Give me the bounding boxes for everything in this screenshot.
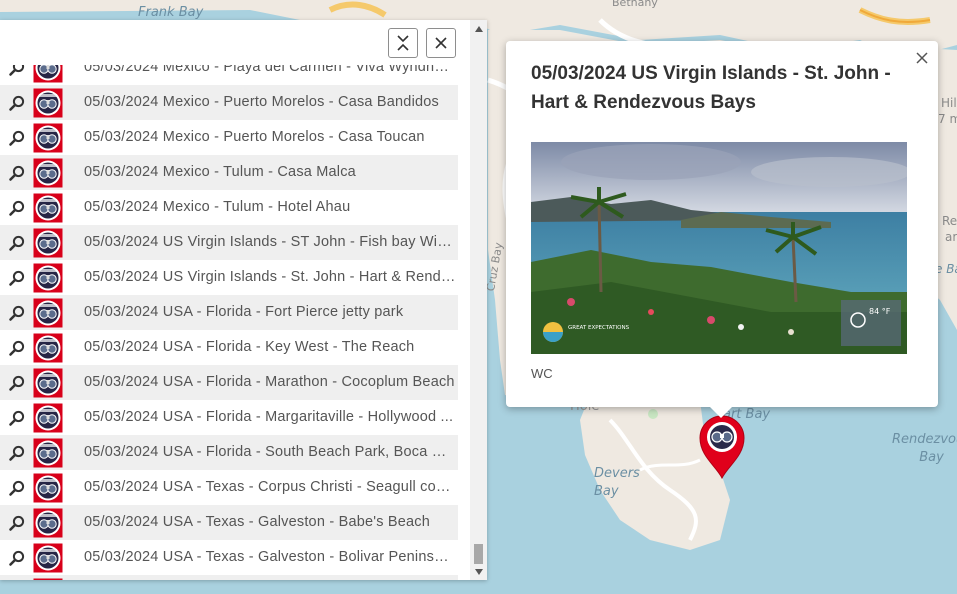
list-item[interactable]: 05/03/2024 US Virgin Islands - St. John … [0,260,458,295]
list-item[interactable]: 05/03/2024 USA - Florida - Fort Pierce j… [0,295,458,330]
list-item[interactable]: 05/03/2024 Mexico - Tulum - Casa Malca [0,155,458,190]
binoculars-logo-icon [33,298,63,328]
magnifier-icon[interactable] [8,514,26,532]
binoculars-logo-icon [33,333,63,363]
binoculars-logo-icon [33,508,63,538]
list-item-label[interactable]: 05/03/2024 USA - Texas - Galveston - Bol… [84,540,456,575]
binoculars-logo-icon [33,368,63,398]
scroll-up-arrow[interactable] [470,20,487,37]
magnifier-icon[interactable] [8,479,26,497]
list-item-label[interactable]: 05/03/2024 USA - Florida - Margaritavill… [84,400,456,435]
map-label-devers-bay: Devers Bay [594,466,640,499]
binoculars-logo-icon [33,578,63,580]
webcam-popup: 05/03/2024 US Virgin Islands - St. John … [506,41,938,407]
binoculars-logo-icon [33,88,63,118]
list-item-label[interactable]: 05/03/2024 USA - Florida - Key West - Th… [84,330,456,365]
list-item-label[interactable]: 05/03/2024 USA - Texas - Corpus Christi … [84,470,456,505]
scroll-down-arrow[interactable] [470,563,487,580]
binoculars-logo-icon [33,263,63,293]
close-icon [916,52,928,64]
list-item[interactable]: 05/03/2024 USA - Florida - Key West - Th… [0,330,458,365]
webcam-list[interactable]: 05/03/2024 Mexico - Playa del Carmen - V… [0,65,458,580]
binoculars-logo-icon [33,543,63,573]
snapshot-temperature: 84 °F [869,307,891,316]
map-label-hill-suffix: 7 m [938,112,957,126]
list-item[interactable]: 05/03/2024 USA - Texas - Corpus Christi … [0,470,458,505]
list-item-label[interactable]: 05/03/2024 USA - Florida - Fort Pierce j… [84,295,456,330]
list-item-label[interactable]: 05/03/2024 US Virgin Islands - ST John -… [84,225,456,260]
magnifier-icon[interactable] [8,549,26,567]
list-item-label[interactable]: 05/03/2024 US Virgin Islands - St. John … [84,260,456,295]
list-item[interactable]: 05/03/2024 US Virgin Islands - ST John -… [0,225,458,260]
binoculars-logo-icon [33,158,63,188]
list-item-label[interactable]: 05/03/2024 Mexico - Tulum - Hotel Ahau [84,190,456,225]
list-item[interactable]: 05/03/2024 USA - Texas - Galveston - Bol… [0,540,458,575]
webcam-snapshot-image[interactable]: GREAT EXPECTATIONS 84 °F [531,142,907,354]
list-item[interactable]: 05/03/2024 Mexico - Puerto Morelos - Cas… [0,120,458,155]
binoculars-logo-icon [33,228,63,258]
list-item[interactable]: 05/03/2024 USA - Texas - Galveston - Bab… [0,505,458,540]
map-label-frank-bay: Frank Bay [138,5,204,20]
panel-toolbar [0,20,458,65]
binoculars-logo-icon [33,193,63,223]
close-icon [435,37,447,49]
list-item-label[interactable]: 05/03/2024 Mexico - Puerto Morelos - Cas… [84,85,456,120]
popup-title: 05/03/2024 US Virgin Islands - St. John … [531,63,891,113]
snapshot-brand-text: GREAT EXPECTATIONS [568,325,630,331]
webcam-list-panel: 05/03/2024 Mexico - Playa del Carmen - V… [0,20,487,580]
list-item[interactable]: 05/03/2024 USA - Florida - Margaritavill… [0,400,458,435]
popup-close-button[interactable] [914,51,930,67]
list-item-label[interactable]: 05/03/2024 Mexico - Playa del Carmen - V… [84,65,456,85]
scrollbar-thumb[interactable] [474,544,483,564]
binoculars-logo-icon [33,65,63,83]
magnifier-icon[interactable] [8,444,26,462]
map-label-rendezvous-bay: Rendezvous Bay [892,432,957,465]
collapse-button[interactable] [388,28,418,58]
map-label-e-bay: e Bay [935,262,957,276]
magnifier-icon[interactable] [8,269,26,287]
binoculars-logo-icon [33,438,63,468]
list-item-label[interactable]: 05/03/2024 Mexico - Tulum - Casa Malca [84,155,456,190]
map-label-ar: ar [945,230,957,244]
list-item-label[interactable]: 05/03/2024 USA - Texas - Galveston - Bab… [84,505,456,540]
binoculars-logo-icon [33,473,63,503]
collapse-icon [397,35,409,51]
popup-tip [708,405,734,418]
list-item-label[interactable]: 05/03/2024 USA - Florida - South Beach P… [84,435,456,470]
magnifier-icon[interactable] [8,65,26,77]
list-item[interactable]: 05/03/2024 Mexico - Playa del Carmen - V… [0,65,458,85]
list-item-label[interactable]: 05/03/2024 Mexico - Puerto Morelos - Cas… [84,120,456,155]
map-label-bethany: Bethany [612,0,658,9]
close-panel-button[interactable] [426,28,456,58]
magnifier-icon[interactable] [8,164,26,182]
list-item[interactable]: 05/03/2024 USA - Florida - Marathon - Co… [0,365,458,400]
magnifier-icon[interactable] [8,234,26,252]
binoculars-logo-icon [33,123,63,153]
magnifier-icon[interactable] [8,129,26,147]
map-label-hill: Hil [941,96,957,110]
list-item[interactable]: 05/03/2024 USA - Florida - South Beach P… [0,435,458,470]
magnifier-icon[interactable] [8,374,26,392]
magnifier-icon[interactable] [8,304,26,322]
magnifier-icon[interactable] [8,94,26,112]
magnifier-icon[interactable] [8,199,26,217]
map-marker-icon[interactable] [698,414,746,480]
list-item[interactable]: 05/03/2024 Mexico - Puerto Morelos - Cas… [0,85,458,120]
popup-caption: WC [531,366,553,381]
list-scrollbar[interactable] [470,20,487,580]
list-item-label[interactable]: 05/03/2024 USA - Florida - Marathon - Co… [84,365,456,400]
list-item-label[interactable] [84,575,456,580]
binoculars-logo-icon [33,403,63,433]
magnifier-icon[interactable] [8,409,26,427]
map-label-re: Re [942,214,957,228]
list-item[interactable]: 05/03/2024 Mexico - Tulum - Hotel Ahau [0,190,458,225]
list-item[interactable] [0,575,458,580]
magnifier-icon[interactable] [8,339,26,357]
